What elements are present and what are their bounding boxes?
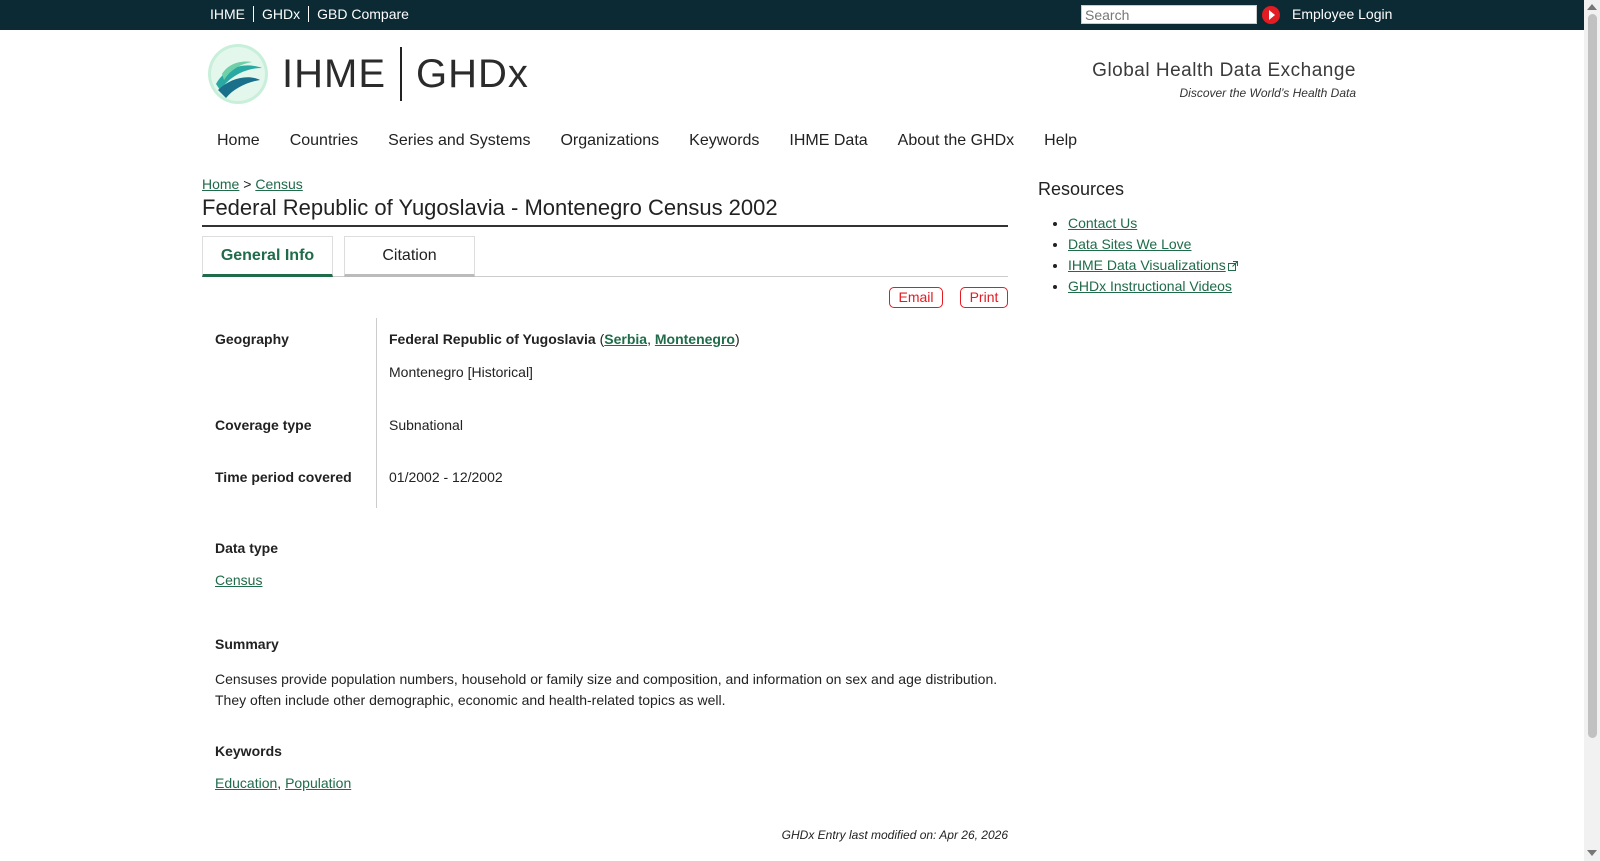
geography-link-montenegro[interactable]: Montenegro	[655, 331, 735, 347]
geography-label: Geography	[215, 331, 289, 347]
geography-country: Federal Republic of Yugoslavia	[389, 331, 596, 347]
breadcrumb-separator: >	[243, 176, 252, 192]
geography-paren-close: )	[734, 331, 740, 347]
keyword-comma: ,	[277, 775, 282, 791]
scroll-down-arrow-icon[interactable]	[1587, 850, 1597, 856]
resource-item: GHDx Instructional Videos	[1068, 276, 1238, 297]
time-period-label: Time period covered	[215, 469, 352, 485]
resource-item: IHME Data Visualizations	[1068, 255, 1238, 276]
geography-value: Federal Republic of Yugoslavia (Serbia, …	[389, 331, 740, 347]
breadcrumb: Home > Census	[202, 176, 303, 192]
nav-ihme-data[interactable]: IHME Data	[774, 132, 882, 150]
ihme-logo-icon	[208, 44, 268, 104]
resource-instructional-videos-link[interactable]: GHDx Instructional Videos	[1068, 278, 1232, 294]
resource-item: Contact Us	[1068, 213, 1238, 234]
nav-countries[interactable]: Countries	[275, 132, 373, 150]
resource-data-sites-link[interactable]: Data Sites We Love	[1068, 236, 1191, 252]
summary-label: Summary	[215, 636, 279, 652]
geography-comma: ,	[647, 331, 651, 347]
nav-series-and-systems[interactable]: Series and Systems	[373, 132, 545, 150]
external-link-icon	[1227, 261, 1238, 272]
logo-text-ihme: IHME	[282, 51, 386, 96]
resource-item: Data Sites We Love	[1068, 234, 1238, 255]
keyword-population-link[interactable]: Population	[285, 775, 351, 791]
top-bar: IHME GHDx GBD Compare Employee Login	[0, 0, 1584, 30]
breadcrumb-home[interactable]: Home	[202, 176, 239, 192]
logo-text-ghdx: GHDx	[416, 51, 529, 96]
coverage-type-label: Coverage type	[215, 417, 312, 433]
geography-link-serbia[interactable]: Serbia	[604, 331, 647, 347]
tab-citation[interactable]: Citation	[344, 236, 475, 277]
main-nav: Home Countries Series and Systems Organi…	[202, 132, 1092, 150]
print-button[interactable]: Print	[960, 287, 1008, 308]
tagline-sub: Discover the World’s Health Data	[1179, 86, 1356, 100]
top-link-ihme[interactable]: IHME	[202, 6, 253, 22]
resources-list: Contact Us Data Sites We Love IHME Data …	[1068, 213, 1238, 297]
top-link-gbd-compare[interactable]: GBD Compare	[308, 6, 417, 22]
keyword-education-link[interactable]: Education	[215, 775, 277, 791]
scroll-up-arrow-icon[interactable]	[1587, 4, 1597, 10]
email-button[interactable]: Email	[889, 287, 943, 308]
site-logo[interactable]: IHME GHDx	[208, 44, 529, 104]
coverage-type-value: Subnational	[389, 417, 463, 433]
data-type-label: Data type	[215, 540, 279, 556]
tab-bar: General Info Citation	[202, 236, 1008, 277]
resource-ihme-visualizations-link[interactable]: IHME Data Visualizations	[1068, 257, 1226, 273]
tab-general-info[interactable]: General Info	[202, 236, 333, 277]
nav-keywords[interactable]: Keywords	[674, 132, 774, 150]
top-links: IHME GHDx GBD Compare	[202, 6, 417, 22]
page-title: Federal Republic of Yugoslavia - Montene…	[202, 195, 1008, 227]
info-table-divider	[376, 318, 377, 508]
data-type-census-link[interactable]: Census	[215, 572, 262, 588]
logo-divider	[400, 47, 402, 101]
keywords-label: Keywords	[215, 743, 282, 759]
time-period-value: 01/2002 - 12/2002	[389, 469, 503, 485]
breadcrumb-census[interactable]: Census	[255, 176, 302, 192]
tagline: Global Health Data Exchange Discover the…	[1092, 60, 1356, 100]
last-modified-text: GHDx Entry last modified on: Apr 26, 202…	[781, 828, 1008, 842]
play-arrow-icon	[1269, 10, 1275, 20]
nav-organizations[interactable]: Organizations	[545, 132, 674, 150]
search-submit-button[interactable]	[1262, 6, 1280, 24]
page-scrollbar[interactable]	[1584, 0, 1600, 861]
geography-sub-value: Montenegro [Historical]	[389, 364, 533, 380]
nav-about-the-ghdx[interactable]: About the GHDx	[883, 132, 1030, 150]
resource-contact-us-link[interactable]: Contact Us	[1068, 215, 1137, 231]
tagline-main: Global Health Data Exchange	[1092, 60, 1356, 81]
search-input[interactable]	[1081, 5, 1257, 24]
top-link-ghdx[interactable]: GHDx	[253, 6, 308, 22]
summary-text: Censuses provide population numbers, hou…	[215, 671, 998, 708]
data-type-value: Census	[215, 570, 1005, 591]
resources-title: Resources	[1038, 179, 1125, 199]
scroll-thumb[interactable]	[1588, 14, 1597, 738]
nav-home[interactable]: Home	[202, 132, 275, 150]
employee-login-link[interactable]: Employee Login	[1292, 6, 1392, 22]
nav-help[interactable]: Help	[1029, 132, 1092, 150]
keywords-value: Education, Population	[215, 773, 1005, 794]
